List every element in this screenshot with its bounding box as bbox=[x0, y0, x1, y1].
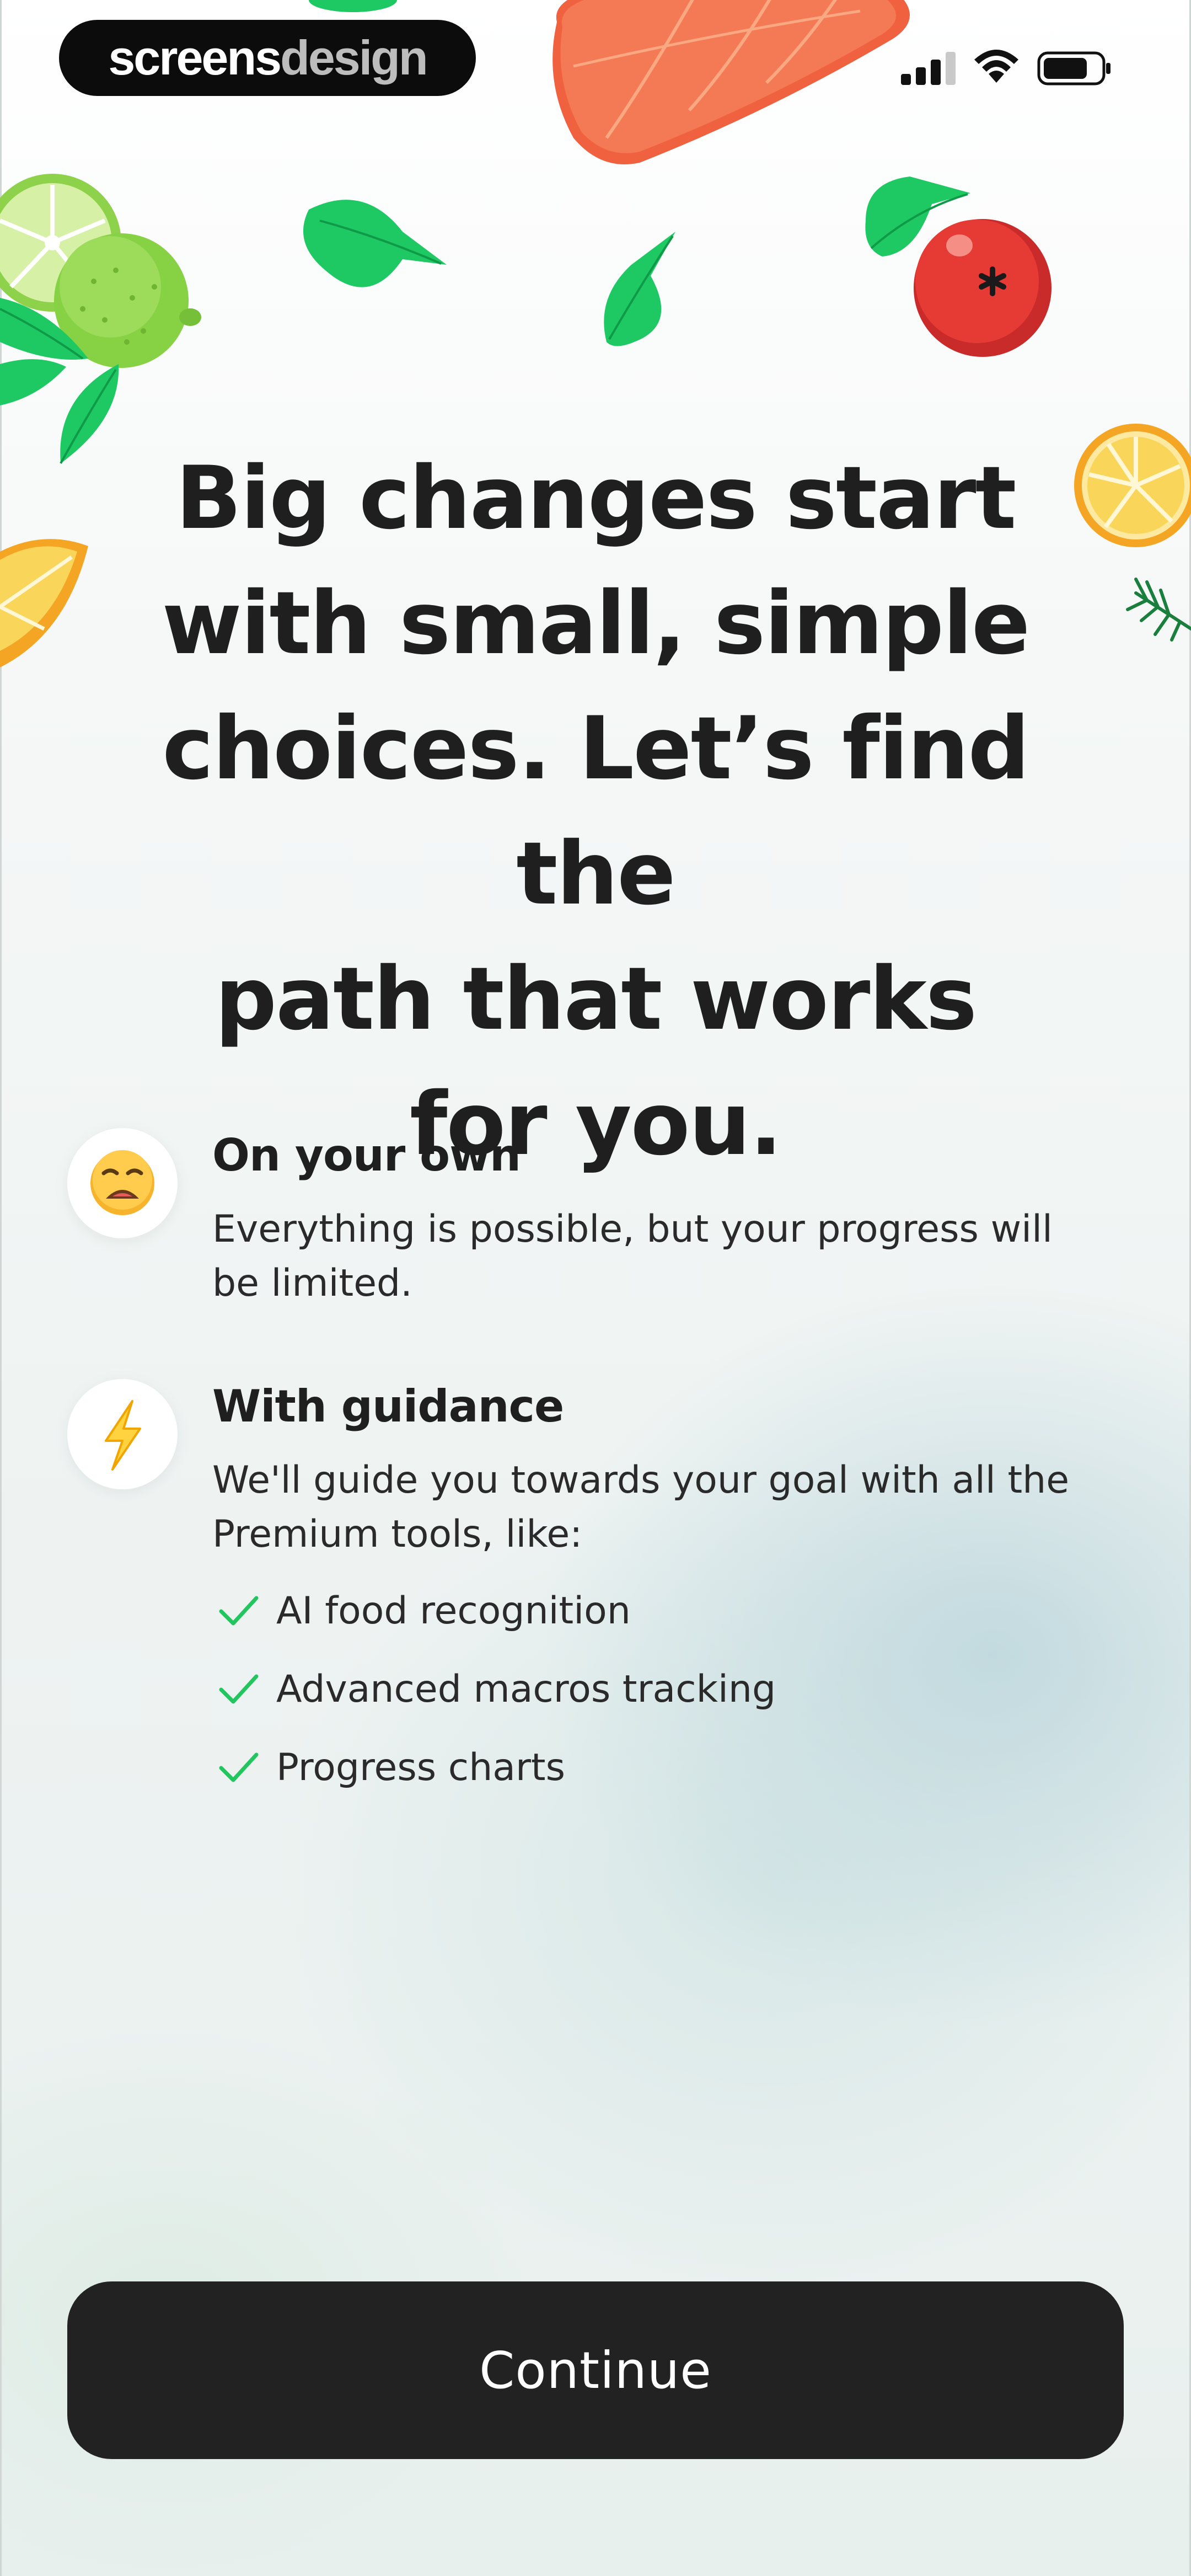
basil-leaf-illustration bbox=[303, 177, 970, 346]
brand-logo: screens design bbox=[59, 20, 476, 96]
continue-button[interactable]: Continue bbox=[67, 2281, 1124, 2459]
rosemary-illustration bbox=[1126, 578, 1191, 642]
onboarding-screen: screens design Big changes start with sma… bbox=[0, 0, 1191, 2576]
battery-icon bbox=[1037, 51, 1110, 85]
lightning-icon bbox=[67, 1379, 178, 1489]
salmon-illustration bbox=[552, 0, 910, 164]
checkmark-icon bbox=[219, 1752, 259, 1782]
option-title: On your own bbox=[212, 1130, 521, 1181]
signal-icon bbox=[901, 52, 956, 85]
option-description: We'll guide you towards your goal with a… bbox=[212, 1458, 1070, 1556]
option-title: With guidance bbox=[212, 1381, 564, 1432]
leaf-peek bbox=[309, 0, 397, 12]
tomato-illustration bbox=[914, 219, 1051, 357]
headline-line: choices. Let’s find the bbox=[162, 698, 1029, 924]
checkmark-icon bbox=[219, 1674, 259, 1704]
feature-item: AI food recognition bbox=[218, 1583, 631, 1638]
headline-line: Big changes start bbox=[175, 448, 1017, 549]
headline-line: with small, simple bbox=[162, 573, 1031, 674]
headline-line: path that works bbox=[214, 949, 977, 1050]
checkmark-icon bbox=[219, 1596, 259, 1626]
feature-item: Progress charts bbox=[218, 1740, 565, 1795]
page-title: Big changes start with small, simple cho… bbox=[72, 436, 1119, 1187]
option-description: Everything is possible, but your progres… bbox=[212, 1207, 1053, 1305]
weary-face-icon bbox=[67, 1128, 178, 1238]
feature-item: Advanced macros tracking bbox=[218, 1661, 776, 1717]
wifi-icon bbox=[974, 50, 1018, 83]
